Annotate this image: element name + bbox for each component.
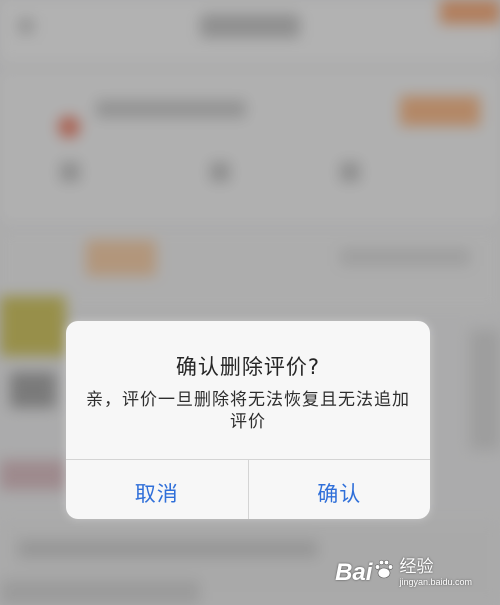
watermark-name: 经验 [399, 557, 434, 577]
watermark-side: 经验 jingyan.baidu.com [399, 557, 472, 588]
dialog-actions: 取消 确认 [66, 459, 430, 519]
delete-review-dialog: 确认删除评价? 亲，评价一旦删除将无法恢复且无法追加评价 取消 确认 [66, 321, 430, 519]
watermark-logo-prefix: Bai [335, 559, 373, 586]
watermark: Bai 经验 jingyan.baidu.com [335, 557, 472, 588]
watermark-logo: Bai [335, 558, 396, 587]
confirm-button[interactable]: 确认 [247, 460, 431, 519]
dialog-title: 确认删除评价? [175, 355, 321, 379]
dialog-message: 亲，评价一旦删除将无法恢复且无法追加评价 [86, 390, 410, 432]
baidu-paw-icon [373, 558, 395, 587]
watermark-url: jingyan.baidu.com [399, 577, 472, 587]
cancel-button[interactable]: 取消 [66, 460, 248, 519]
